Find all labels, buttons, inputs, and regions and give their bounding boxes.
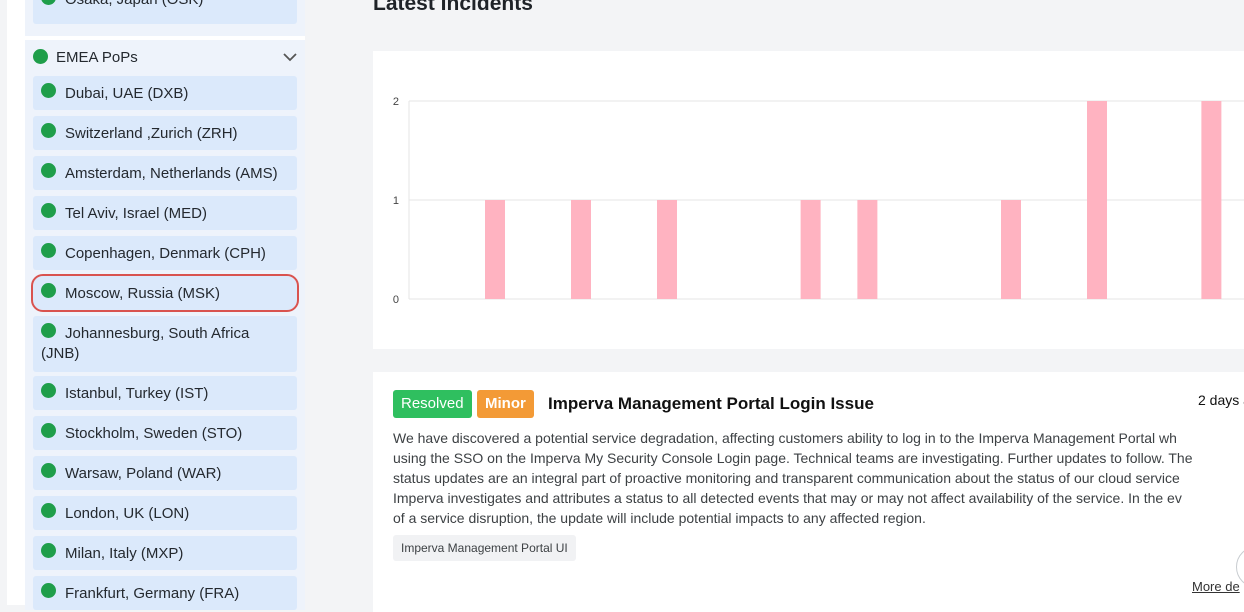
- description-line: We have discovered a potential service d…: [393, 430, 1177, 446]
- sidebar-item-label: Moscow, Russia (MSK): [65, 285, 221, 302]
- sidebar-item-pop[interactable]: Amsterdam, Netherlands (AMS): [33, 156, 297, 190]
- sidebar-item-osaka[interactable]: Osaka, Japan (OSK): [33, 0, 297, 24]
- description-line: of a service disruption, the update will…: [393, 510, 926, 526]
- y-tick-label: 0: [393, 294, 399, 306]
- sidebar-item-label: Dubai, UAE (DXB): [65, 85, 189, 102]
- status-dot-icon: [41, 323, 56, 338]
- status-dot-icon: [41, 123, 56, 138]
- sidebar-item-label: Frankfurt, Germany (FRA): [65, 585, 240, 602]
- status-dot-icon: [41, 283, 56, 298]
- y-tick-label: 1: [393, 195, 399, 207]
- sidebar-item-label: Osaka, Japan (OSK): [65, 0, 203, 8]
- sidebar-item-label: London, UK (LON): [65, 505, 190, 522]
- chart-bar: [857, 200, 878, 299]
- chart-bar: [800, 200, 821, 299]
- status-dot-icon: [41, 383, 56, 398]
- description-line: using the SSO on the Imperva My Security…: [393, 450, 1193, 466]
- group-title: EMEA PoPs: [56, 49, 138, 66]
- description-line: Imperva investigates and attributes a st…: [393, 490, 1182, 506]
- sidebar-item-label: Milan, Italy (MXP): [65, 545, 184, 562]
- sidebar-item-label: Amsterdam, Netherlands (AMS): [65, 165, 278, 182]
- chart-bar: [1087, 101, 1107, 299]
- sidebar-item-pop[interactable]: Moscow, Russia (MSK): [31, 274, 299, 312]
- sidebar-item-pop[interactable]: Johannesburg, South Africa (JNB): [33, 316, 297, 372]
- incidents-chart-card: 0 1 2: [373, 51, 1244, 349]
- sidebar-item-label: Copenhagen, Denmark (CPH): [65, 245, 266, 262]
- incident-title[interactable]: Imperva Management Portal Login Issue: [548, 394, 874, 414]
- incidents-bar-chart: 0 1 2: [393, 96, 1244, 306]
- status-dot-icon: [41, 423, 56, 438]
- incident-time: 2 days a: [1198, 392, 1244, 408]
- sidebar-item-pop[interactable]: Warsaw, Poland (WAR): [33, 456, 297, 490]
- apac-pops-group: Osaka, Japan (OSK): [25, 0, 305, 36]
- sidebar-item-pop[interactable]: Dubai, UAE (DXB): [33, 76, 297, 110]
- sidebar-item-pop[interactable]: Copenhagen, Denmark (CPH): [33, 236, 297, 270]
- sidebar-item-label: Switzerland ,Zurich (ZRH): [65, 125, 238, 142]
- status-dot-icon: [33, 49, 48, 64]
- status-dot-icon: [41, 0, 56, 5]
- sidebar-item-pop[interactable]: Milan, Italy (MXP): [33, 536, 297, 570]
- sidebar-item-pop[interactable]: Stockholm, Sweden (STO): [33, 416, 297, 450]
- status-dot-icon: [41, 543, 56, 558]
- sidebar: Osaka, Japan (OSK) EMEA PoPs Dubai, UAE …: [7, 0, 305, 610]
- status-dot-icon: [41, 163, 56, 178]
- incident-card[interactable]: Resolved Minor Imperva Management Portal…: [373, 372, 1244, 612]
- status-dot-icon: [41, 463, 56, 478]
- sidebar-item-pop[interactable]: London, UK (LON): [33, 496, 297, 530]
- severity-badge: Minor: [477, 390, 534, 418]
- chart-bar: [485, 200, 505, 299]
- sidebar-item-label: Stockholm, Sweden (STO): [65, 425, 243, 442]
- sidebar-item-pop[interactable]: Switzerland ,Zurich (ZRH): [33, 116, 297, 150]
- y-tick-label: 2: [393, 96, 399, 108]
- chart-bar: [571, 200, 591, 299]
- page-title: Latest Incidents: [373, 0, 533, 15]
- status-dot-icon: [41, 503, 56, 518]
- description-line: status updates are an integral part of p…: [393, 470, 1180, 486]
- sidebar-item-label: Johannesburg, South Africa (JNB): [41, 325, 250, 362]
- chevron-down-icon[interactable]: [283, 52, 297, 62]
- status-badge: Resolved: [393, 390, 472, 418]
- status-dot-icon: [41, 203, 56, 218]
- incident-description: We have discovered a potential service d…: [393, 428, 1243, 528]
- status-dot-icon: [41, 583, 56, 598]
- sidebar-item-label: Warsaw, Poland (WAR): [65, 465, 222, 482]
- status-dot-icon: [41, 83, 56, 98]
- sidebar-item-pop[interactable]: Istanbul, Turkey (IST): [33, 376, 297, 410]
- group-header-emea[interactable]: EMEA PoPs: [25, 40, 305, 74]
- sidebar-item-label: Tel Aviv, Israel (MED): [65, 205, 207, 222]
- chart-bar: [1201, 101, 1222, 299]
- chart-bar: [1001, 200, 1021, 299]
- sidebar-item-pop[interactable]: Tel Aviv, Israel (MED): [33, 196, 297, 230]
- emea-pops-group: EMEA PoPs Dubai, UAE (DXB) Switzerland ,Z…: [25, 40, 305, 610]
- component-tag[interactable]: Imperva Management Portal UI: [393, 535, 576, 561]
- chart-bar: [657, 200, 677, 299]
- status-dot-icon: [41, 243, 56, 258]
- more-details-link[interactable]: More de: [1192, 579, 1240, 594]
- sidebar-item-label: Istanbul, Turkey (IST): [65, 385, 209, 402]
